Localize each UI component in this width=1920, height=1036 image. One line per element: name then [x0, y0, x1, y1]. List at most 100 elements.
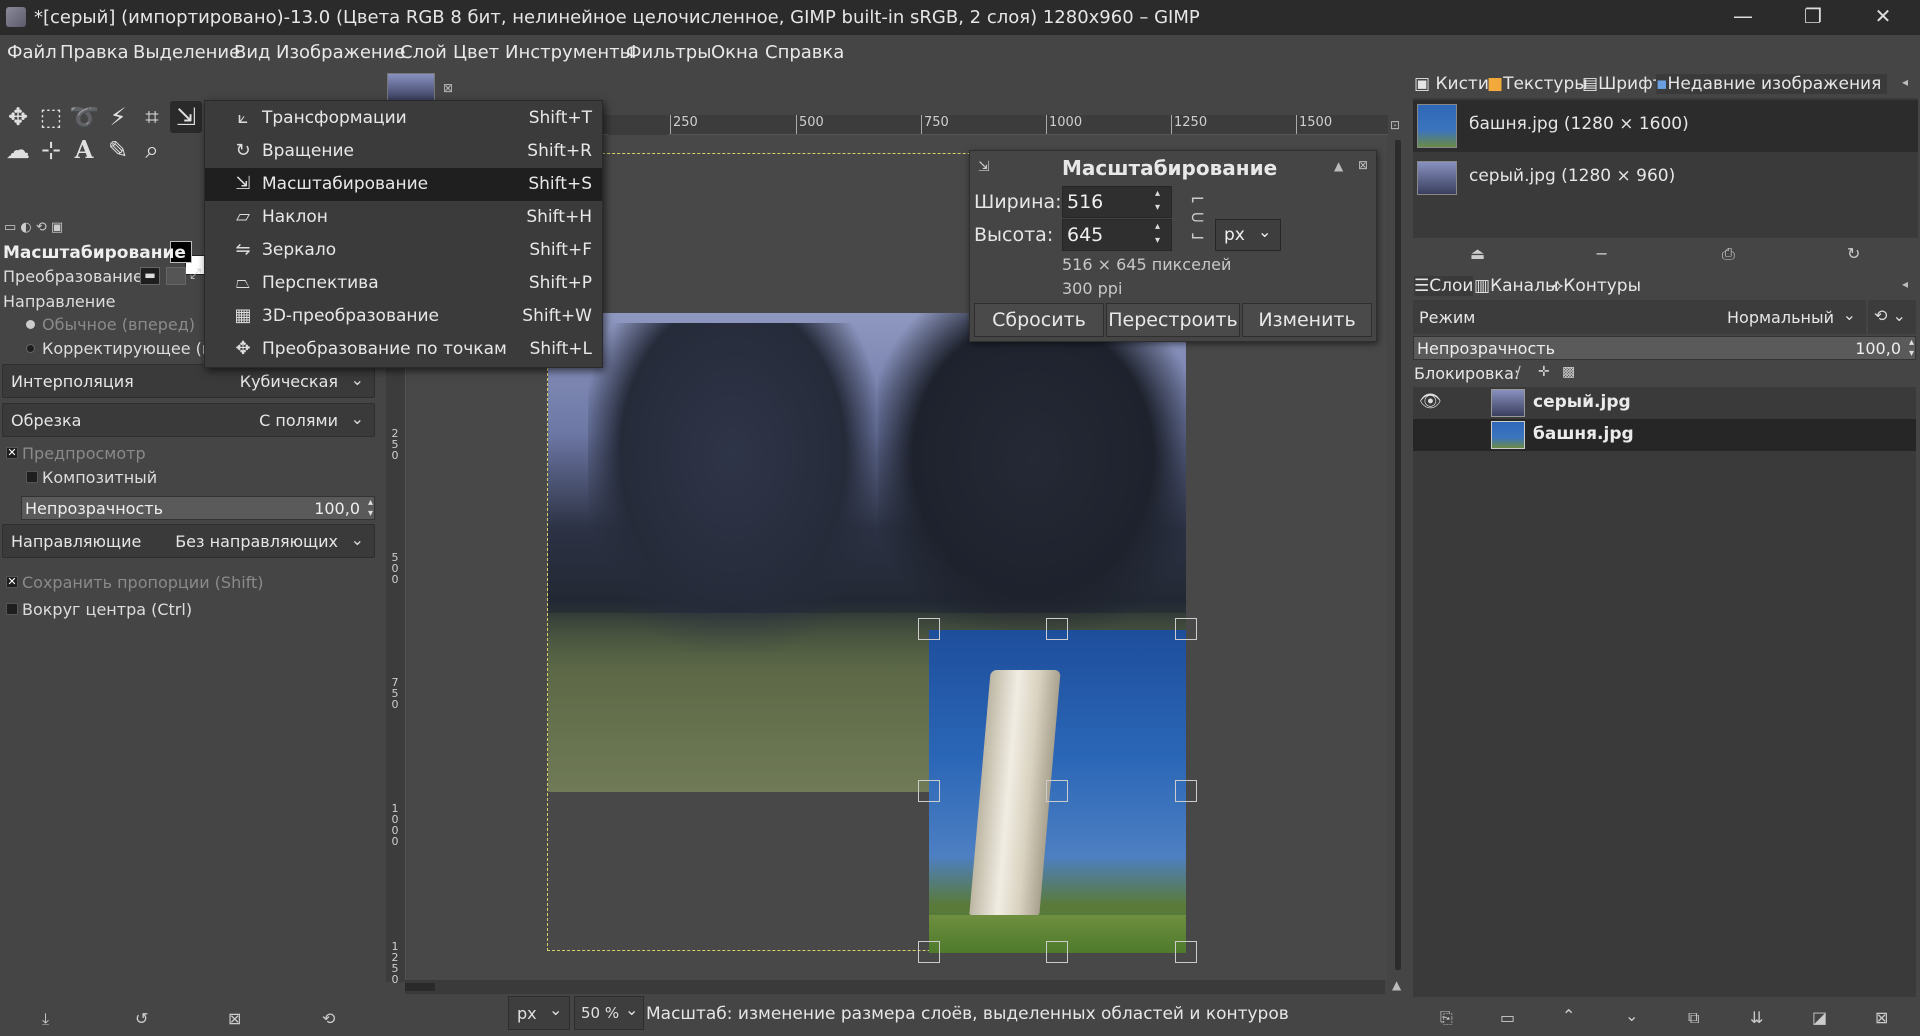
- navigate-icon[interactable]: ▲: [1392, 978, 1401, 992]
- minimize-button[interactable]: —: [1712, 0, 1774, 35]
- transform-handle-n[interactable]: [1046, 618, 1068, 640]
- menu-view[interactable]: Вид: [234, 42, 271, 63]
- mode-reset-button[interactable]: ⟲ ⌄: [1868, 300, 1916, 334]
- menu-item-rotate[interactable]: ↻ Вращение Shift+R: [205, 135, 602, 168]
- menu-item-shear[interactable]: ▱ Наклон Shift+H: [205, 201, 602, 234]
- reset-button[interactable]: Сбросить: [974, 303, 1104, 337]
- rect-select-tool-icon[interactable]: ⬚: [35, 101, 67, 133]
- menu-select[interactable]: Выделение: [133, 42, 240, 63]
- transform-path-icon[interactable]: ⤢: [190, 266, 201, 282]
- readjust-button[interactable]: Перестроить: [1106, 303, 1240, 337]
- merge-layer-icon[interactable]: ⇊: [1750, 1008, 1763, 1027]
- unit-combo[interactable]: px ⌄: [1215, 219, 1281, 251]
- opacity-slider[interactable]: Непрозрачность 100,0 ▴ ▾: [21, 496, 375, 520]
- composite-checkbox[interactable]: [26, 471, 38, 483]
- remove-entry-icon[interactable]: −: [1595, 244, 1608, 263]
- scroll-thumb[interactable]: [1395, 140, 1401, 970]
- lock-alpha-icon[interactable]: ▩: [1562, 364, 1575, 380]
- spin-icon[interactable]: ▴ ▾: [1155, 220, 1160, 248]
- eye-icon[interactable]: 👁: [1419, 391, 1442, 412]
- tab-paths[interactable]: ⟡Контуры: [1552, 276, 1641, 296]
- close-button[interactable]: ✕: [1852, 0, 1914, 35]
- spin-icon[interactable]: ▴ ▾: [1909, 337, 1914, 359]
- lock-pixels-icon[interactable]: ∕: [1516, 364, 1521, 380]
- cage-tool-icon[interactable]: ⊹: [35, 134, 67, 166]
- color-picker-icon[interactable]: ✎: [102, 134, 134, 166]
- lock-position-icon[interactable]: ✛: [1538, 364, 1550, 380]
- save-options-icon[interactable]: ⤓: [42, 1009, 49, 1029]
- lasso-tool-icon[interactable]: ➰: [68, 101, 100, 133]
- tab-channels[interactable]: ▥Каналы: [1474, 276, 1558, 296]
- transform-layer-icon[interactable]: ▬: [140, 267, 160, 285]
- menu-file[interactable]: Файл: [7, 42, 57, 63]
- delete-options-icon[interactable]: ⊠: [228, 1009, 241, 1028]
- preview-checkbox[interactable]: ✕: [6, 447, 18, 459]
- new-layer-icon[interactable]: ⎘: [1440, 1008, 1453, 1028]
- maximize-button[interactable]: ❐: [1782, 0, 1844, 35]
- layer-row[interactable]: 👁 серый.jpg: [1413, 387, 1916, 419]
- zoom-tool-icon[interactable]: ⌕: [136, 134, 168, 166]
- spin-icon[interactable]: ▴ ▾: [368, 497, 373, 519]
- transform-handle-sw[interactable]: [918, 941, 940, 963]
- horizontal-scrollbar[interactable]: [405, 980, 1385, 994]
- recent-image-item[interactable]: серый.jpg (1280 × 960): [1413, 152, 1918, 204]
- transform-handle-ne[interactable]: [1175, 618, 1197, 640]
- spin-icon[interactable]: ▴ ▾: [1155, 187, 1160, 215]
- transform-selection-icon[interactable]: [166, 267, 186, 285]
- fuzzy-select-tool-icon[interactable]: ⚡: [102, 101, 134, 133]
- scroll-thumb[interactable]: [405, 983, 435, 991]
- new-layer-group-icon[interactable]: ▭: [1500, 1008, 1515, 1027]
- dialog-pin-icon[interactable]: ▲: [1334, 159, 1343, 173]
- transform-handle-se[interactable]: [1175, 941, 1197, 963]
- direction-normal-radio[interactable]: [26, 320, 35, 329]
- guides-combo[interactable]: Направляющие Без направляющих ⌄: [2, 524, 375, 558]
- dock-menu-icon[interactable]: ◂: [1902, 75, 1908, 89]
- scale-button[interactable]: Изменить: [1242, 303, 1372, 337]
- open-image-icon[interactable]: ⏏: [1470, 244, 1485, 263]
- mask-icon[interactable]: ◪: [1812, 1008, 1827, 1027]
- tab-patterns[interactable]: ■Текстуры: [1487, 74, 1588, 94]
- menu-item-3d-transform[interactable]: ▦ 3D-преобразование Shift+W: [205, 300, 602, 333]
- layer-row-selected[interactable]: башня.jpg: [1413, 419, 1916, 451]
- dock-menu-icon[interactable]: ◂: [1902, 277, 1908, 291]
- transform-handle-s[interactable]: [1046, 941, 1068, 963]
- duplicate-layer-icon[interactable]: ⧉: [1688, 1008, 1699, 1028]
- tab-layers[interactable]: ☰Слои: [1414, 276, 1474, 296]
- menu-tools[interactable]: Инструменты: [505, 42, 634, 63]
- tab-recent-images[interactable]: ▪Недавние изображения: [1656, 74, 1888, 94]
- menu-windows[interactable]: Окна: [711, 42, 759, 63]
- interpolation-combo[interactable]: Интерполяция Кубическая ⌄: [2, 364, 375, 398]
- chain-link-icon[interactable]: ⌐ ⊂ ⌙: [1190, 191, 1205, 245]
- zoom-navigate-icon[interactable]: ⊡: [1390, 118, 1400, 132]
- menu-help[interactable]: Справка: [765, 42, 844, 63]
- text-tool-icon[interactable]: A: [68, 134, 100, 166]
- menu-item-transform[interactable]: ⟀ Трансформации Shift+T: [205, 102, 602, 135]
- menu-filters[interactable]: Фильтры: [626, 42, 711, 63]
- unit-select[interactable]: px ⌄: [508, 996, 570, 1030]
- menu-edit[interactable]: Правка: [60, 42, 129, 63]
- crop-tool-icon[interactable]: ⌗: [136, 101, 168, 133]
- horizontal-ruler[interactable]: 250 500 750 1000 1250 1500: [598, 115, 1388, 135]
- refresh-icon[interactable]: ↻: [1847, 244, 1860, 263]
- direction-corrective-radio[interactable]: [26, 344, 35, 353]
- tool-options-tab-icons[interactable]: ▭ ◐ ⟲ ▣: [4, 220, 63, 235]
- layer-mode-row[interactable]: Режим Нормальный ⌄: [1413, 300, 1866, 334]
- height-input[interactable]: 645 ▴ ▾: [1062, 219, 1172, 251]
- transform-handle-e[interactable]: [1175, 780, 1197, 802]
- menu-item-flip[interactable]: ⇋ Зеркало Shift+F: [205, 234, 602, 267]
- clipping-combo[interactable]: Обрезка С полями ⌄: [2, 403, 375, 437]
- raise-layer-icon[interactable]: ⌃: [1562, 1006, 1575, 1025]
- menu-colors[interactable]: Цвет: [453, 42, 499, 63]
- width-input[interactable]: 516 ▴ ▾: [1062, 186, 1172, 218]
- delete-layer-icon[interactable]: ⊠: [1875, 1008, 1888, 1027]
- menu-item-handle-transform[interactable]: ✥ Преобразование по точкам Shift+L: [205, 333, 602, 366]
- warp-tool-icon[interactable]: ☁: [2, 134, 34, 166]
- around-center-checkbox[interactable]: [6, 603, 18, 615]
- menu-item-perspective[interactable]: ⏢ Перспектива Shift+P: [205, 267, 602, 300]
- menu-item-scale[interactable]: ⇲ Масштабирование Shift+S: [205, 168, 602, 201]
- recent-image-item[interactable]: башня.jpg (1280 × 1600): [1413, 100, 1918, 152]
- keep-aspect-checkbox[interactable]: ✕: [6, 576, 18, 588]
- scale-tool-icon[interactable]: ⇲: [170, 101, 202, 133]
- close-tab-icon[interactable]: ⊠: [443, 81, 453, 95]
- transform-handle-w[interactable]: [918, 780, 940, 802]
